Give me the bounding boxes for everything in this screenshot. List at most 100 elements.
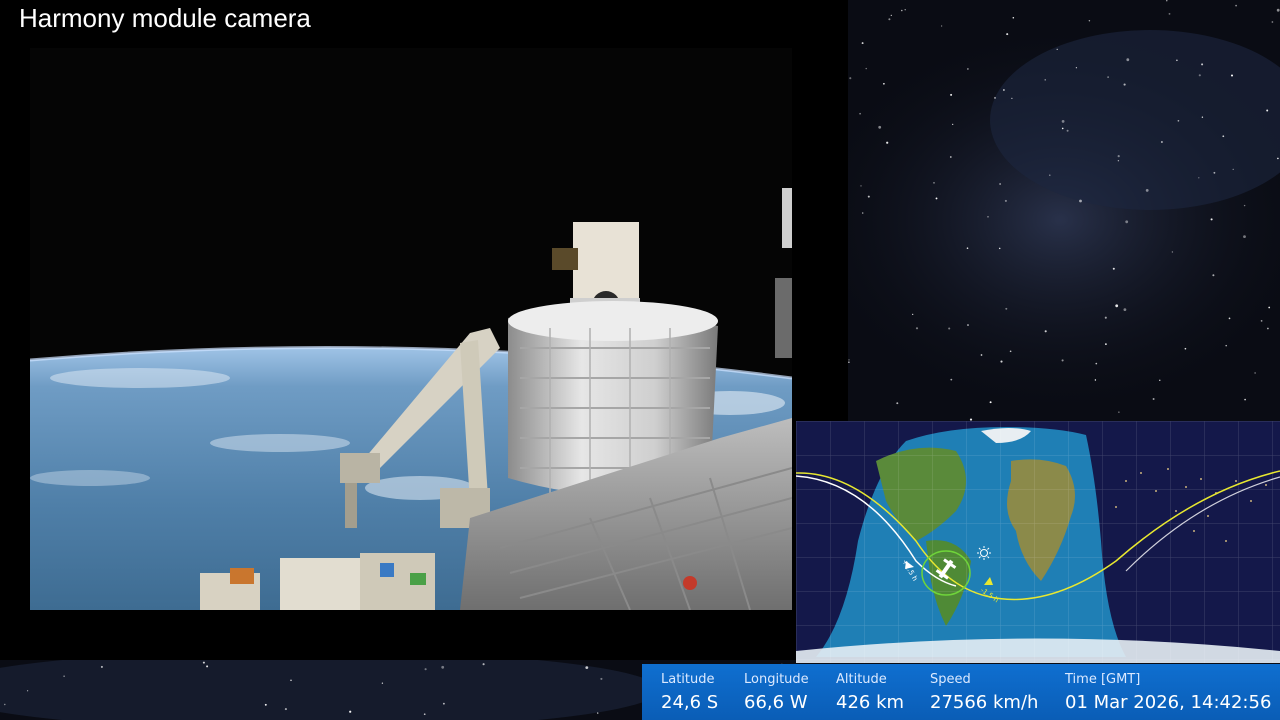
star	[381, 682, 384, 684]
star	[1061, 359, 1064, 362]
star	[952, 123, 954, 126]
star	[861, 212, 864, 214]
star	[1222, 135, 1225, 138]
latitude-value: 24,6 S	[661, 692, 719, 713]
star	[1198, 177, 1200, 179]
camera-title: Harmony module camera	[19, 3, 311, 33]
star	[597, 712, 599, 714]
star	[999, 183, 1001, 185]
star	[859, 112, 861, 115]
star	[1177, 119, 1180, 122]
star	[950, 93, 953, 96]
star	[890, 14, 892, 17]
star	[989, 401, 992, 404]
star	[63, 675, 65, 677]
star	[1125, 220, 1129, 224]
star	[980, 354, 983, 356]
star	[1118, 411, 1120, 413]
star	[4, 703, 6, 706]
star	[998, 247, 1001, 250]
star	[883, 82, 885, 85]
star	[1006, 33, 1009, 36]
star	[1160, 141, 1163, 143]
star	[1115, 304, 1119, 308]
star	[1003, 89, 1005, 91]
star	[26, 690, 29, 692]
star	[264, 703, 267, 706]
star	[949, 156, 952, 158]
camera-feed-video[interactable]	[30, 48, 792, 610]
star	[888, 18, 891, 21]
star	[1244, 398, 1246, 401]
star	[901, 9, 903, 12]
star	[349, 710, 352, 713]
star	[1044, 330, 1047, 333]
star	[1088, 20, 1091, 22]
star	[1061, 127, 1064, 130]
star	[967, 68, 969, 70]
star	[1005, 307, 1008, 310]
star	[861, 42, 864, 45]
star	[1260, 320, 1263, 322]
camera-panel: Harmony module camera	[0, 0, 848, 660]
star	[1009, 350, 1012, 353]
star	[1159, 379, 1161, 381]
star	[1232, 168, 1234, 171]
speed-label: Speed	[930, 672, 971, 687]
star	[1201, 116, 1204, 118]
star	[1184, 347, 1187, 350]
star	[940, 25, 943, 27]
star	[1210, 218, 1213, 221]
star	[1104, 316, 1107, 319]
star	[950, 378, 953, 381]
star	[1145, 189, 1149, 192]
star	[1123, 308, 1127, 311]
star	[284, 708, 287, 711]
star	[1243, 204, 1246, 207]
star	[1277, 157, 1279, 160]
longitude-value: 66,6 W	[744, 692, 808, 713]
star	[206, 665, 209, 668]
star	[441, 665, 445, 669]
star	[1117, 155, 1120, 158]
star	[1171, 251, 1174, 253]
star	[867, 195, 870, 198]
ground-track-map[interactable]: +1.5 h -1.5 h	[796, 421, 1280, 663]
star	[1243, 235, 1246, 239]
star	[1235, 4, 1237, 7]
star	[848, 359, 850, 361]
star	[1107, 76, 1109, 78]
star	[860, 185, 862, 187]
star	[442, 702, 445, 705]
longitude-label: Longitude	[744, 672, 809, 687]
star	[1198, 74, 1201, 77]
star	[1044, 79, 1046, 81]
star	[966, 247, 969, 249]
star	[1049, 174, 1051, 176]
star	[994, 96, 996, 99]
star	[1168, 12, 1171, 15]
star	[933, 182, 935, 184]
star	[1228, 317, 1231, 320]
star	[865, 67, 867, 70]
star	[1105, 343, 1107, 345]
star	[1066, 129, 1069, 132]
star	[423, 713, 426, 716]
star	[1230, 74, 1234, 77]
star	[878, 125, 882, 129]
time-value: 01 Mar 2026, 14:42:56	[1065, 692, 1272, 713]
star	[100, 665, 103, 668]
speed-value: 27566 km/h	[930, 692, 1039, 713]
star	[1004, 199, 1007, 202]
star	[290, 679, 292, 682]
altitude-label: Altitude	[836, 672, 887, 687]
star	[482, 663, 485, 666]
star	[912, 313, 914, 316]
star	[849, 77, 852, 80]
star	[1225, 344, 1227, 347]
star	[1061, 120, 1065, 123]
star	[1271, 21, 1274, 23]
star	[848, 361, 850, 363]
star	[600, 677, 603, 680]
star	[424, 668, 427, 671]
